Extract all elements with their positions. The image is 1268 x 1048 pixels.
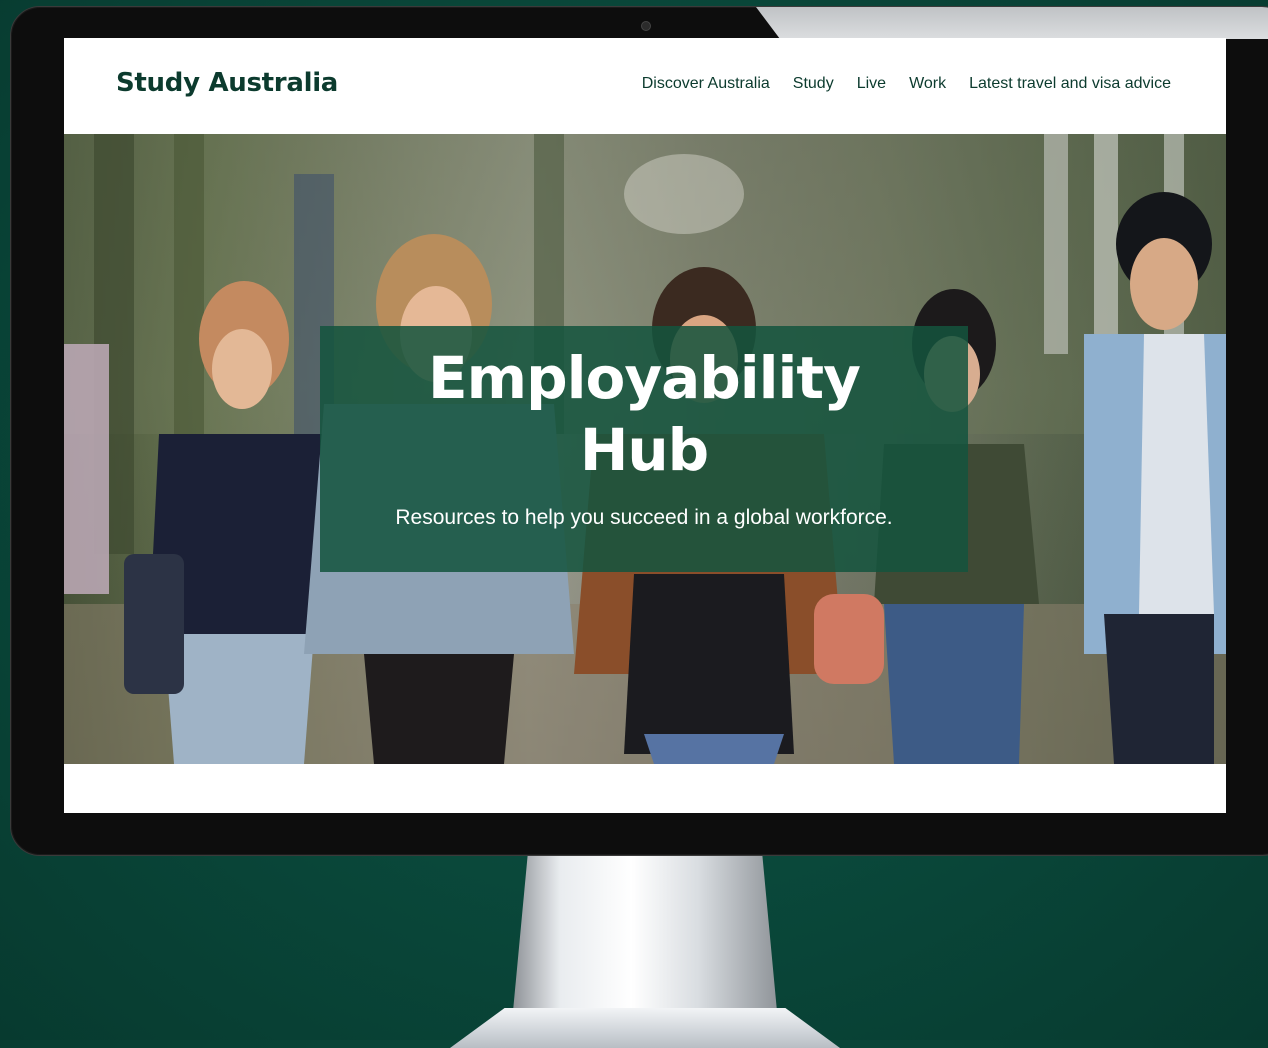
website-screen: Study Australia Discover Australia Study… [64,38,1226,813]
site-header: Study Australia Discover Australia Study… [64,38,1226,134]
nav-item-live[interactable]: Live [857,75,886,93]
hero-text-panel: Employability Hub Resources to help you … [320,326,968,572]
nav-item-study[interactable]: Study [793,75,834,93]
hero-title-line-1: Employability [428,344,861,412]
webcam-icon [641,21,651,31]
monitor-glare [756,7,1268,39]
hero-banner: Employability Hub Resources to help you … [64,134,1226,764]
nav-item-work[interactable]: Work [909,75,946,93]
hero-title: Employability Hub [320,342,968,486]
monitor-stand-base [450,1008,840,1048]
hero-title-line-2: Hub [579,416,709,484]
nav-item-discover-australia[interactable]: Discover Australia [642,75,770,93]
main-nav: Discover Australia Study Live Work Lates… [642,75,1171,93]
nav-item-travel-visa-advice[interactable]: Latest travel and visa advice [969,75,1171,93]
site-logo[interactable]: Study Australia [116,68,338,98]
hero-subtitle: Resources to help you succeed in a globa… [395,506,893,529]
monitor-stand-neck [512,852,778,1022]
